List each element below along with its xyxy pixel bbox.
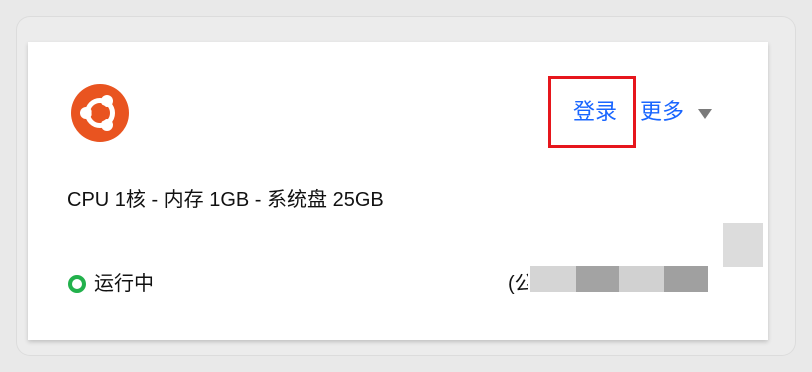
redaction-block (576, 266, 619, 292)
redacted-ip-value (530, 266, 708, 292)
more-menu-link[interactable]: 更多 (640, 100, 684, 124)
login-link[interactable]: 登录 (573, 100, 617, 124)
status-label: 运行中 (94, 273, 154, 295)
redaction-block (619, 266, 664, 292)
ubuntu-icon (71, 84, 129, 142)
chevron-down-icon[interactable] (698, 109, 712, 119)
offscreen-control-stub (723, 223, 763, 267)
instance-status: 运行中 (68, 272, 154, 296)
card-actions: 登录 更多 (548, 76, 728, 152)
instance-specs: CPU 1核 - 内存 1GB - 系统盘 25GB (67, 189, 384, 211)
instance-card: 登录 更多 CPU 1核 - 内存 1GB - 系统盘 25GB 运行中 (公 (28, 42, 768, 340)
status-running-icon (68, 275, 86, 293)
redaction-block (664, 266, 708, 292)
redaction-block (530, 266, 576, 292)
public-ip-prefix: (公 (508, 273, 528, 295)
